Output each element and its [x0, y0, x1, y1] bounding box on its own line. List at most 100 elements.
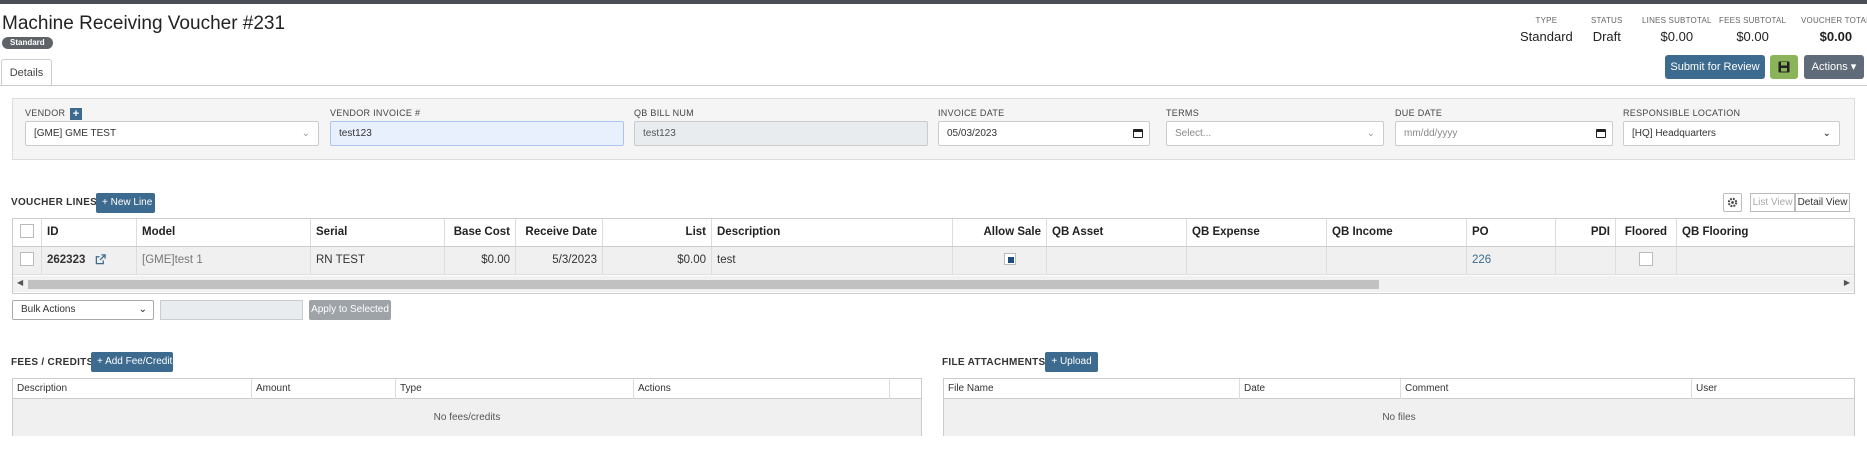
add-vendor-button[interactable]: + — [70, 108, 82, 120]
column-header-amount[interactable]: Amount — [252, 379, 396, 399]
summary-status: STATUS Draft — [1591, 16, 1623, 44]
qb-bill-num-field: test123 — [634, 121, 928, 146]
table-row[interactable]: 262323 [GME]test 1 RN TEST $0.00 5/3/202… — [13, 247, 1854, 275]
column-header-floored[interactable]: Floored — [1616, 219, 1677, 246]
summary-fees-subtotal: FEES SUBTOTAL $0.00 — [1719, 16, 1786, 44]
fees-credits-table: Description Amount Type Actions No fees/… — [12, 378, 922, 436]
summary-voucher-total: VOUCHER TOTAL $0.00 — [1801, 16, 1867, 44]
floppy-disk-icon — [1778, 61, 1790, 73]
due-date-placeholder: mm/dd/yyyy — [1404, 128, 1458, 139]
column-header-qb-flooring[interactable]: QB Flooring — [1677, 219, 1867, 246]
chevron-down-icon: ⌄ — [1366, 128, 1375, 139]
add-fee-credit-button[interactable]: + Add Fee/Credit — [91, 352, 173, 372]
invoice-date-field[interactable]: 05/03/2023 — [938, 121, 1150, 146]
column-header-actions[interactable]: Actions — [634, 379, 890, 399]
column-header-file-name[interactable]: File Name — [944, 379, 1240, 399]
summary-label: VOUCHER TOTAL — [1801, 16, 1867, 25]
floored-checkbox[interactable] — [1639, 251, 1653, 266]
list-view-button[interactable]: List View — [1750, 193, 1795, 212]
column-header-extra — [890, 379, 922, 399]
cell-qb-income — [1327, 247, 1467, 274]
column-header-qb-income[interactable]: QB Income — [1327, 219, 1467, 246]
summary-label: TYPE — [1535, 16, 1558, 25]
summary-value: $0.00 — [1819, 29, 1853, 44]
column-header-date[interactable]: Date — [1240, 379, 1401, 399]
vendor-invoice-field[interactable]: test123 — [330, 121, 624, 146]
responsible-location-select[interactable]: [HQ] Headquarters ⌄ — [1623, 121, 1840, 146]
cell-po-link[interactable]: 226 — [1467, 247, 1556, 274]
summary-value: $0.00 — [1660, 29, 1694, 44]
summary-value: Draft — [1592, 29, 1621, 44]
column-header-serial[interactable]: Serial — [311, 219, 445, 246]
fees-credits-title: FEES / CREDITS — [11, 357, 94, 368]
grid-settings-button[interactable] — [1723, 193, 1742, 212]
summary-type: TYPE Standard — [1520, 16, 1573, 44]
top-bar — [0, 0, 1867, 4]
calendar-icon[interactable] — [1133, 129, 1143, 138]
scrollbar-thumb[interactable] — [28, 280, 1379, 289]
column-header-allow-sale[interactable]: Allow Sale — [953, 219, 1047, 246]
column-header-qb-asset[interactable]: QB Asset — [1047, 219, 1187, 246]
external-link-icon[interactable] — [95, 254, 106, 265]
vendor-select[interactable]: [GME] GME TEST ⌄ — [25, 121, 319, 146]
detail-view-button[interactable]: Detail View — [1795, 193, 1850, 212]
terms-label: TERMS — [1166, 108, 1199, 118]
apply-to-selected-button[interactable]: Apply to Selected — [309, 300, 391, 320]
column-header-comment[interactable]: Comment — [1401, 379, 1692, 399]
cell-qb-asset — [1047, 247, 1187, 274]
due-date-field[interactable]: mm/dd/yyyy — [1395, 121, 1613, 146]
bulk-actions-select[interactable]: Bulk Actions ⌄ — [12, 300, 154, 320]
fees-empty-message: No fees/credits — [13, 399, 921, 436]
qb-bill-num-value: test123 — [643, 128, 676, 139]
column-header-base-cost[interactable]: Base Cost — [445, 219, 516, 246]
upload-button[interactable]: + Upload — [1045, 352, 1098, 372]
column-header-list[interactable]: List — [603, 219, 712, 246]
column-header-receive-date[interactable]: Receive Date — [516, 219, 603, 246]
summary-lines-subtotal: LINES SUBTOTAL $0.00 — [1642, 16, 1712, 44]
chevron-down-icon: ⌄ — [1822, 128, 1831, 139]
column-header-pdi[interactable]: PDI — [1556, 219, 1616, 246]
scroll-right-arrow-icon[interactable]: ▶ — [1844, 278, 1850, 287]
cell-floored — [1616, 247, 1677, 274]
line-id[interactable]: 262323 — [47, 254, 85, 266]
responsible-location-label: RESPONSIBLE LOCATION — [1623, 108, 1741, 118]
bulk-action-value-input — [160, 300, 303, 320]
new-line-button[interactable]: + New Line — [96, 193, 155, 213]
submit-for-review-button[interactable]: Submit for Review — [1665, 55, 1765, 79]
cell-id: 262323 — [42, 247, 137, 274]
cell-description: test — [712, 247, 953, 274]
column-header-qb-expense[interactable]: QB Expense — [1187, 219, 1327, 246]
column-header-description[interactable]: Description — [13, 379, 252, 399]
actions-dropdown-button[interactable]: Actions ▾ — [1804, 55, 1864, 79]
select-all-checkbox[interactable] — [20, 223, 34, 238]
column-header-type[interactable]: Type — [396, 379, 634, 399]
vendor-invoice-value: test123 — [339, 128, 372, 139]
column-header-description[interactable]: Description — [712, 219, 953, 246]
chevron-down-icon: ⌄ — [301, 128, 310, 139]
summary-value: Standard — [1520, 29, 1573, 44]
column-header-id[interactable]: ID — [42, 219, 137, 246]
vendor-value: [GME] GME TEST — [34, 128, 117, 139]
calendar-icon[interactable] — [1596, 129, 1606, 138]
terms-select[interactable]: Select... ⌄ — [1166, 121, 1384, 146]
save-button[interactable] — [1770, 55, 1798, 79]
gear-icon — [1727, 197, 1738, 208]
column-header-model[interactable]: Model — [137, 219, 311, 246]
row-checkbox-cell — [13, 247, 42, 274]
due-date-label: DUE DATE — [1395, 108, 1443, 118]
column-header-po[interactable]: PO — [1467, 219, 1556, 246]
row-checkbox[interactable] — [20, 251, 34, 266]
tab-details[interactable]: Details — [1, 59, 52, 86]
vendor-invoice-label: VENDOR INVOICE # — [330, 108, 421, 118]
summary-value: $0.00 — [1736, 29, 1769, 44]
scroll-left-arrow-icon[interactable]: ◀ — [17, 278, 23, 287]
cell-qb-flooring — [1677, 247, 1867, 274]
summary-label: LINES SUBTOTAL — [1642, 16, 1712, 25]
cell-receive-date: 5/3/2023 — [516, 247, 603, 274]
column-header-user[interactable]: User — [1692, 379, 1855, 399]
file-attachments-title: FILE ATTACHMENTS — [942, 357, 1046, 368]
horizontal-scrollbar[interactable]: ◀ ▶ — [13, 276, 1854, 292]
allow-sale-checkbox[interactable] — [1004, 252, 1016, 265]
qb-bill-num-label: QB BILL NUM — [634, 108, 694, 118]
bulk-actions-value: Bulk Actions — [21, 304, 76, 315]
